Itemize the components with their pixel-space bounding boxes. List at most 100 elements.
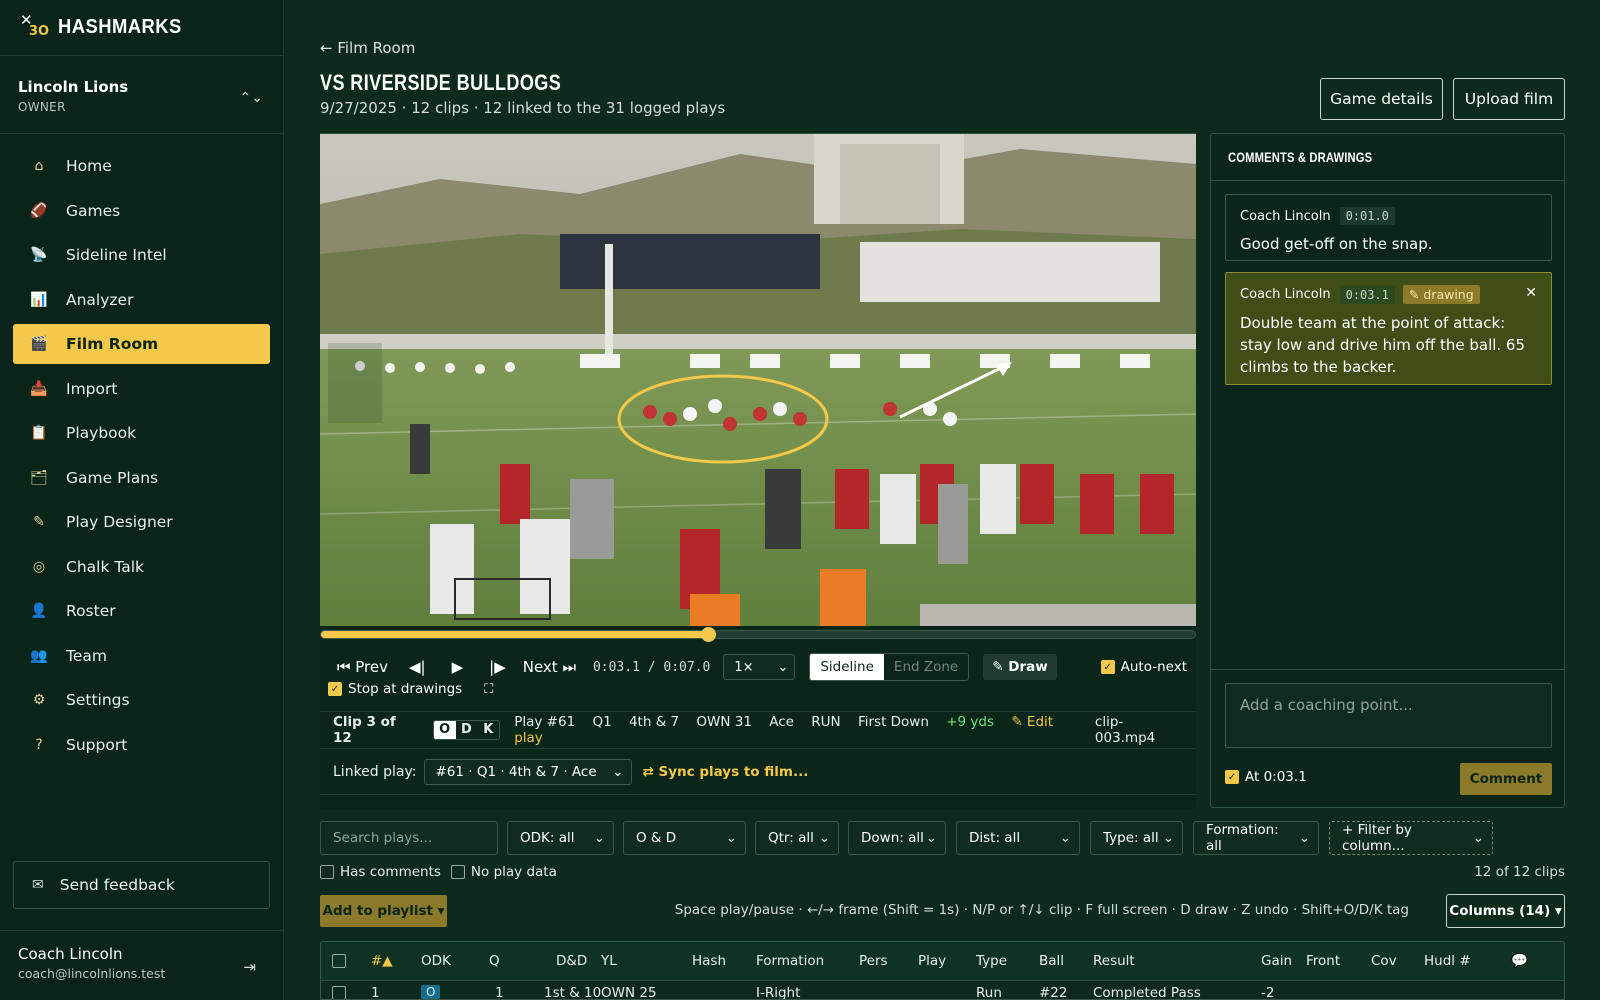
sidebar-item-sideline-intel[interactable]: 📡 Sideline Intel bbox=[13, 235, 270, 275]
page-subtitle: 9/27/2025 · 12 clips · 12 linked to the … bbox=[320, 99, 726, 117]
chevron-down-icon: ⌄ bbox=[818, 830, 830, 846]
column-header[interactable]: #▲ bbox=[371, 953, 393, 969]
prev-clip-button[interactable]: ⏮ Prev bbox=[337, 658, 388, 676]
scrub-handle[interactable] bbox=[701, 627, 717, 642]
view-sideline[interactable]: Sideline bbox=[810, 654, 884, 680]
column-header[interactable]: Pers bbox=[859, 953, 888, 969]
add-column-filter[interactable]: + Filter by column... ⌄ bbox=[1329, 821, 1493, 855]
column-header[interactable]: ODK bbox=[421, 953, 451, 969]
column-header[interactable]: Q bbox=[489, 953, 500, 969]
linked-play-select[interactable]: #61 · Q1 · 4th & 7 · Ace ⌄ bbox=[424, 758, 633, 785]
comment-input[interactable]: Add a coaching point... bbox=[1225, 683, 1552, 748]
comment-submit-button[interactable]: Comment bbox=[1460, 763, 1552, 795]
no-play-data-toggle[interactable]: No play data bbox=[450, 864, 557, 880]
auto-next-toggle[interactable]: ✓ Auto-next bbox=[1100, 659, 1187, 675]
odk-k[interactable]: K bbox=[477, 721, 499, 739]
sidebar-item-film-room[interactable]: 🎬 Film Room bbox=[13, 324, 270, 364]
send-feedback-button[interactable]: ✉ Send feedback bbox=[13, 861, 270, 909]
odk-tag-toggle[interactable]: O D K bbox=[432, 720, 501, 740]
odk-filter[interactable]: ODK: all ⌄ bbox=[507, 821, 614, 855]
step-back-icon[interactable]: ◀| bbox=[409, 658, 426, 676]
clip-type: RUN bbox=[811, 714, 841, 730]
sidebar-item-import[interactable]: 📥 Import bbox=[13, 369, 270, 409]
sidebar-item-home[interactable]: ⌂ Home bbox=[13, 146, 270, 186]
speed-select[interactable]: 1× ⌄ bbox=[723, 654, 796, 680]
clip-play-number: Play #61 bbox=[514, 714, 576, 730]
odk-d[interactable]: D bbox=[456, 721, 478, 739]
comment-card[interactable]: Coach Lincoln 0:01.0 Good get-off on the… bbox=[1225, 194, 1552, 261]
column-header[interactable]: D&D bbox=[556, 953, 587, 969]
sidebar-item-games[interactable]: 🏈 Games bbox=[13, 191, 270, 231]
table-cell: #22 bbox=[1039, 985, 1068, 1000]
sidebar-item-label: Home bbox=[66, 157, 112, 175]
quarter-filter[interactable]: Qtr: all ⌄ bbox=[755, 821, 839, 855]
side-filter[interactable]: O & D ⌄ bbox=[623, 821, 746, 855]
columns-button[interactable]: Columns (14) ▾ bbox=[1446, 894, 1565, 928]
column-header[interactable]: Gain bbox=[1261, 953, 1292, 969]
add-to-playlist-button[interactable]: Add to playlist ▾ bbox=[320, 895, 447, 927]
sidebar-item-play-designer[interactable]: ✎ Play Designer bbox=[13, 502, 270, 542]
at-time-toggle[interactable]: ✓ At 0:03.1 bbox=[1225, 769, 1307, 785]
row-checkbox[interactable] bbox=[332, 986, 346, 999]
distance-filter[interactable]: Dist: all ⌄ bbox=[956, 821, 1080, 855]
app: ✕ 3O HASHMARKS Lincoln Lions OWNER ⌃⌄ ⌂ Ho… bbox=[0, 0, 1600, 1000]
select-all-checkbox[interactable] bbox=[332, 954, 346, 968]
column-header[interactable]: 💬 bbox=[1511, 953, 1528, 969]
comments-heading: COMMENTS & DRAWINGS bbox=[1211, 134, 1564, 181]
stop-at-drawings-toggle[interactable]: ✓ Stop at drawings ⛶ bbox=[328, 681, 493, 697]
sidebar-item-label: Playbook bbox=[66, 424, 137, 442]
column-header[interactable]: Result bbox=[1093, 953, 1135, 969]
game-details-button[interactable]: Game details bbox=[1320, 78, 1443, 120]
brand-logo[interactable]: ✕ 3O HASHMARKS bbox=[0, 0, 283, 56]
view-end-zone[interactable]: End Zone bbox=[884, 654, 968, 680]
odk-o[interactable]: O bbox=[433, 721, 456, 739]
column-header[interactable]: Play bbox=[918, 953, 946, 969]
table-row[interactable]: 1 O 1 1st & 10 OWN 25 I-Right Run #22 Completed … bbox=[321, 980, 1564, 1000]
column-header[interactable]: Formation bbox=[756, 953, 824, 969]
column-header[interactable]: Ball bbox=[1039, 953, 1064, 969]
comment-timestamp[interactable]: 0:01.0 bbox=[1339, 207, 1395, 225]
sidebar-item-playbook[interactable]: 📋 Playbook bbox=[13, 413, 270, 453]
sidebar-item-chalk-talk[interactable]: ◎ Chalk Talk bbox=[13, 547, 270, 587]
sync-plays-link[interactable]: ⇄ Sync plays to film... bbox=[642, 764, 808, 780]
formation-filter[interactable]: Formation: all ⌄ bbox=[1193, 821, 1319, 855]
video-prev-arrow[interactable] bbox=[328, 343, 382, 423]
sidebar-item-roster[interactable]: 👤 Roster bbox=[13, 591, 270, 631]
divider bbox=[1211, 669, 1564, 670]
sidebar-item-support[interactable]: ? Support bbox=[13, 725, 270, 765]
back-link[interactable]: ← Film Room bbox=[320, 39, 415, 57]
clipboard-icon: 📋 bbox=[30, 425, 48, 441]
people-icon: 👥 bbox=[30, 647, 48, 664]
fullscreen-icon[interactable]: ⛶ bbox=[484, 682, 493, 697]
comment-card-active[interactable]: Coach Lincoln 0:03.1 ✎ drawing ✕ Double … bbox=[1225, 272, 1552, 385]
column-header[interactable]: YL bbox=[601, 953, 617, 969]
sidebar-item-team[interactable]: 👥 Team bbox=[13, 636, 270, 676]
close-icon[interactable]: ✕ bbox=[1525, 285, 1537, 301]
play-icon[interactable]: ▶ bbox=[452, 658, 464, 676]
column-header[interactable]: Hudl # bbox=[1424, 953, 1471, 969]
column-header[interactable]: Front bbox=[1306, 953, 1340, 969]
type-filter[interactable]: Type: all ⌄ bbox=[1090, 821, 1183, 855]
team-switcher[interactable]: Lincoln Lions OWNER ⌃⌄ bbox=[0, 56, 283, 134]
table-cell: 1 bbox=[371, 985, 380, 1000]
has-comments-toggle[interactable]: Has comments bbox=[320, 864, 441, 880]
sidebar-item-analyzer[interactable]: 📊 Analyzer bbox=[13, 280, 270, 320]
column-header[interactable]: Cov bbox=[1371, 953, 1397, 969]
sidebar-item-game-plans[interactable]: 🗂 Game Plans bbox=[13, 458, 270, 498]
column-header[interactable]: Hash bbox=[692, 953, 726, 969]
step-forward-icon[interactable]: |▶ bbox=[489, 658, 506, 676]
draw-button[interactable]: ✎ Draw bbox=[983, 654, 1057, 680]
table-cell: -2 bbox=[1261, 985, 1275, 1000]
logout-icon[interactable]: ⇥ bbox=[243, 958, 256, 976]
scrub-bar[interactable] bbox=[320, 627, 1196, 642]
search-input[interactable]: Search plays... bbox=[320, 821, 498, 855]
column-header[interactable]: Type bbox=[976, 953, 1007, 969]
next-clip-button[interactable]: Next ⏭ bbox=[523, 658, 576, 676]
sidebar-item-settings[interactable]: ⚙ Settings bbox=[13, 680, 270, 720]
down-filter[interactable]: Down: all ⌄ bbox=[848, 821, 946, 855]
camera-angle-toggle[interactable]: Sideline End Zone bbox=[809, 653, 970, 681]
video-player[interactable] bbox=[320, 133, 1196, 626]
upload-film-button[interactable]: Upload film bbox=[1453, 78, 1565, 120]
clip-yard-line: OWN 31 bbox=[696, 714, 752, 730]
comment-timestamp[interactable]: 0:03.1 bbox=[1339, 285, 1395, 304]
